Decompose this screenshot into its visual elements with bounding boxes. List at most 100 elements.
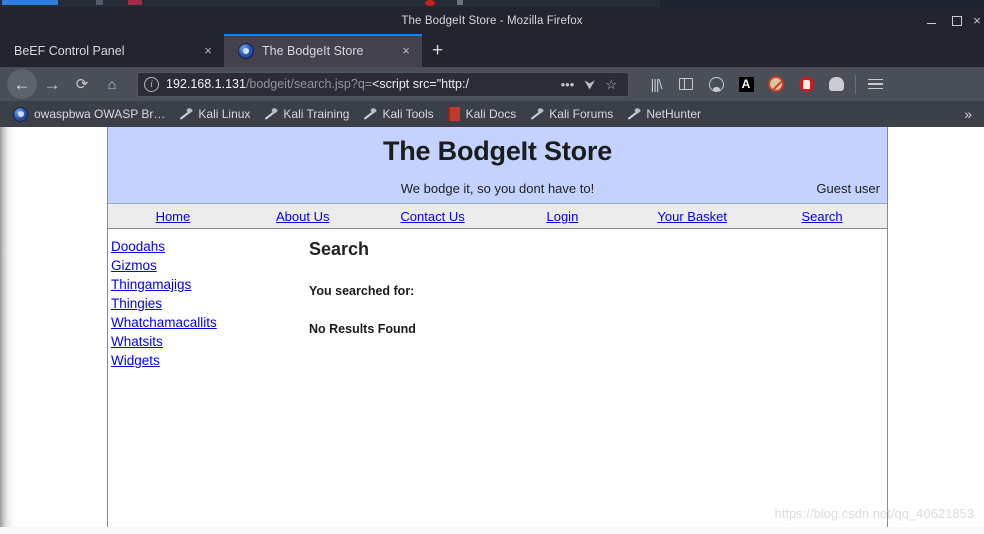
bodgeit-favicon-icon: [238, 42, 254, 59]
tab-close-icon[interactable]: ×: [201, 43, 215, 58]
sidebar-item-widgets[interactable]: Widgets: [111, 351, 305, 370]
kali-docs-icon: [447, 107, 460, 121]
sidebar-icon[interactable]: [671, 69, 701, 99]
account-icon[interactable]: [701, 69, 731, 99]
url-path: /bodgeit/search.jsp?q=: [245, 77, 373, 91]
maximize-icon: [952, 15, 962, 26]
address-bar-text: 192.168.1.131/bodgeit/search.jsp?q=<scri…: [166, 77, 556, 91]
nav-link-home[interactable]: Home: [108, 209, 238, 224]
kali-dragon-icon: [530, 108, 543, 121]
reload-button[interactable]: ⟳: [67, 69, 97, 99]
tab-beef-control-panel[interactable]: BeEF Control Panel ×: [0, 34, 224, 67]
searched-for-label: You searched for:: [309, 284, 415, 298]
tab-label: The BodgeIt Store: [262, 43, 364, 58]
tab-label: BeEF Control Panel: [14, 43, 125, 58]
bookmark-star-icon[interactable]: ☆: [600, 78, 622, 91]
url-query: <script src="http:/: [372, 77, 469, 91]
bookmark-nethunter[interactable]: NetHunter: [620, 101, 708, 127]
window-title: The BodgeIt Store - Mozilla Firefox: [401, 14, 583, 27]
site-header: The BodgeIt Store We bodge it, so you do…: [108, 127, 887, 204]
user-status: Guest user: [816, 181, 880, 196]
bookmark-kali-tools[interactable]: Kali Tools: [356, 101, 440, 127]
page-title: The BodgeIt Store: [382, 136, 613, 166]
site-tagline: We bodge it, so you dont have to!: [400, 181, 595, 196]
window-title-bar: The BodgeIt Store - Mozilla Firefox ×: [0, 7, 984, 34]
bookmark-kali-training[interactable]: Kali Training: [257, 101, 356, 127]
ghostery-icon[interactable]: [821, 69, 851, 99]
navigation-toolbar: ← → ⟳ ⌂ i 192.168.1.131/bodgeit/search.j…: [0, 67, 984, 101]
site-navigation: Home About Us Contact Us Login Your Bask…: [108, 204, 887, 229]
firefox-window: The BodgeIt Store - Mozilla Firefox × Be…: [0, 7, 984, 534]
bookmark-kali-docs[interactable]: Kali Docs: [441, 101, 524, 127]
site-information-icon[interactable]: i: [144, 76, 159, 92]
bookmark-label: Kali Tools: [382, 107, 434, 121]
kali-dragon-icon: [363, 108, 376, 121]
kali-dragon-icon: [264, 108, 277, 121]
bg-sliver-panel-right: [660, 0, 984, 7]
home-button[interactable]: ⌂: [97, 69, 127, 99]
sidebar-item-whatsits[interactable]: Whatsits: [111, 332, 305, 351]
pocket-icon[interactable]: ⮟: [579, 78, 600, 91]
toolbar-icon-group: |||\ A: [641, 69, 890, 99]
font-addon-icon[interactable]: A: [731, 69, 761, 99]
toolbar-separator: [855, 74, 856, 94]
bookmarks-toolbar: owaspbwa OWASP Br… Kali Linux Kali Train…: [0, 101, 984, 127]
back-arrow-icon: ←: [13, 74, 31, 94]
bg-sliver-highlight: [2, 0, 58, 5]
minimize-icon: [926, 23, 936, 24]
sidebar-item-doodahs[interactable]: Doodahs: [111, 237, 305, 256]
page-body: Doodahs Gizmos Thingamajigs Thingies Wha…: [108, 229, 887, 527]
bg-sliver-dot-3: [425, 0, 435, 6]
reload-icon: ⟳: [75, 76, 89, 93]
address-bar[interactable]: i 192.168.1.131/bodgeit/search.jsp?q=<sc…: [137, 71, 629, 97]
url-host: 192.168.1.131: [166, 77, 246, 91]
library-icon[interactable]: |||\: [641, 69, 671, 99]
no-results-message: No Results Found: [309, 322, 416, 336]
bookmark-label: Kali Docs: [465, 107, 517, 121]
maximize-button[interactable]: [944, 7, 970, 34]
back-button[interactable]: ←: [7, 69, 37, 99]
bookmark-label: Kali Training: [283, 107, 350, 121]
sidebar-item-thingamajigs[interactable]: Thingamajigs: [111, 275, 305, 294]
sidebar-item-gizmos[interactable]: Gizmos: [111, 256, 305, 275]
bookmark-owaspbwa[interactable]: owaspbwa OWASP Br…: [6, 101, 172, 127]
kali-dragon-icon: [627, 108, 640, 121]
forward-button[interactable]: →: [37, 69, 67, 99]
address-bar-actions: ••• ⮟ ☆: [556, 78, 622, 91]
noscript-icon[interactable]: [761, 69, 791, 99]
bookmark-label: NetHunter: [646, 107, 702, 121]
stop-addon-icon[interactable]: [791, 69, 821, 99]
new-tab-button[interactable]: +: [422, 34, 453, 67]
page-actions-icon[interactable]: •••: [556, 78, 580, 91]
bookmark-kali-linux[interactable]: Kali Linux: [172, 101, 257, 127]
bookmark-kali-forums[interactable]: Kali Forums: [523, 101, 620, 127]
bookmark-label: Kali Linux: [198, 107, 251, 121]
tab-the-bodgeit-store[interactable]: The BodgeIt Store ×: [224, 34, 422, 67]
nav-link-about-us[interactable]: About Us: [238, 209, 368, 224]
forward-arrow-icon: →: [43, 74, 61, 94]
bookmark-label: Kali Forums: [549, 107, 614, 121]
tagline-row: We bodge it, so you dont have to! Guest …: [108, 181, 887, 196]
nav-link-login[interactable]: Login: [497, 209, 627, 224]
nav-link-contact-us[interactable]: Contact Us: [368, 209, 498, 224]
tab-close-icon[interactable]: ×: [399, 43, 413, 58]
bodgeit-page: The BodgeIt Store We bodge it, so you do…: [107, 127, 888, 527]
sidebar-item-thingies[interactable]: Thingies: [111, 294, 305, 313]
owasp-icon: [13, 106, 28, 122]
hamburger-menu-icon[interactable]: [860, 69, 890, 99]
bookmarks-overflow-chevron-icon[interactable]: »: [964, 106, 978, 122]
bookmark-label: owaspbwa OWASP Br…: [34, 107, 166, 121]
home-icon: ⌂: [107, 76, 117, 92]
tab-strip: BeEF Control Panel × The BodgeIt Store ×…: [0, 34, 984, 67]
nav-link-search[interactable]: Search: [757, 209, 887, 224]
close-button[interactable]: ×: [970, 7, 984, 34]
search-results-column: Search You searched for: No Results Foun…: [306, 229, 887, 527]
close-icon: ×: [973, 13, 981, 28]
window-controls: ×: [918, 7, 984, 34]
background-window-sliver: [0, 0, 984, 7]
minimize-button[interactable]: [918, 7, 944, 34]
search-heading: Search: [309, 239, 370, 259]
sidebar-item-whatchamacallits[interactable]: Whatchamacallits: [111, 313, 305, 332]
nav-link-your-basket[interactable]: Your Basket: [627, 209, 757, 224]
watermark: https://blog.csdn.net/qq_40621853: [774, 506, 975, 521]
